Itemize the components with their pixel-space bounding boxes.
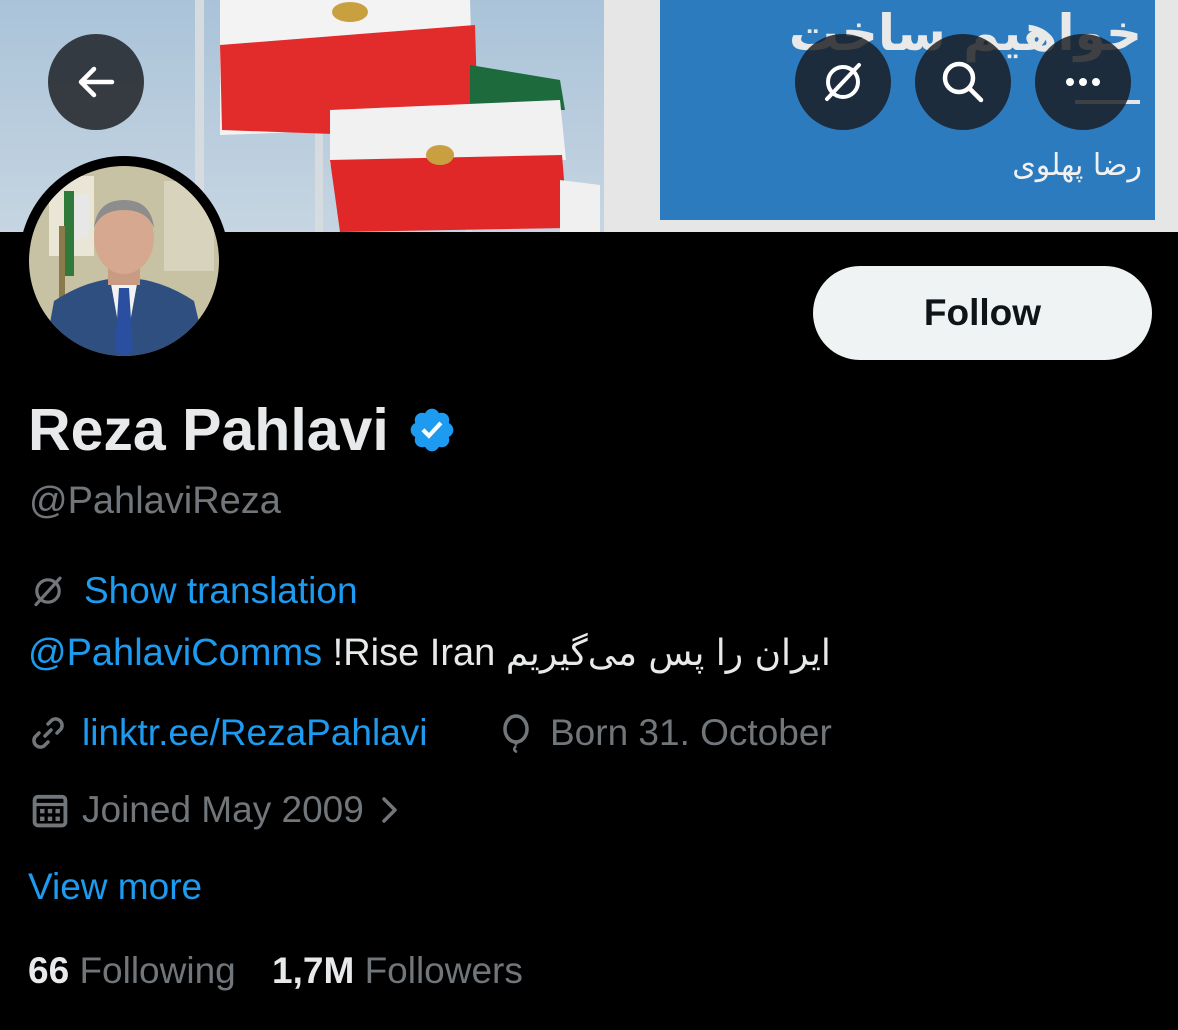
avatar[interactable] <box>19 156 229 366</box>
link-icon <box>32 717 64 749</box>
following-count: 66 <box>28 950 70 991</box>
banner-signature: رضا پهلوی <box>1012 148 1142 183</box>
bio-mention-link[interactable]: @PahlaviComms <box>28 632 322 674</box>
following-stat[interactable]: 66 Following <box>28 950 236 991</box>
back-button[interactable] <box>48 34 144 130</box>
search-button[interactable] <box>915 34 1011 130</box>
profile-link[interactable]: linktr.ee/RezaPahlavi <box>82 712 428 754</box>
balloon-icon <box>503 714 529 753</box>
profile-link-row[interactable]: linktr.ee/RezaPahlavi <box>28 712 428 754</box>
translate-button[interactable] <box>795 34 891 130</box>
calendar-icon <box>32 794 68 828</box>
following-label: Following <box>79 950 236 991</box>
bio-text: !Rise Iran <box>332 632 496 674</box>
profile-name: Reza Pahlavi <box>28 397 389 463</box>
profile-bio: @PahlaviComms !Rise Iran ایران را پس می‌… <box>28 632 831 675</box>
follow-button[interactable]: Follow <box>813 266 1152 360</box>
follow-stats: 66 Following 1,7M Followers <box>28 950 523 992</box>
profile-name-row: Reza Pahlavi <box>28 396 457 464</box>
verified-badge-icon[interactable] <box>407 405 457 455</box>
bio-text-fa: ایران را پس می‌گیریم <box>505 633 831 674</box>
more-button[interactable] <box>1035 34 1131 130</box>
more-icon <box>1066 78 1100 86</box>
arrow-left-icon <box>78 66 115 98</box>
birthday-text: Born 31. October <box>550 712 832 753</box>
view-more-link[interactable]: View more <box>28 866 202 908</box>
followers-label: Followers <box>364 950 523 991</box>
translate-icon <box>825 63 861 101</box>
search-icon <box>942 61 984 103</box>
chevron-right-icon <box>382 797 397 823</box>
followers-stat[interactable]: 1,7M Followers <box>272 950 523 991</box>
joined-row[interactable]: Joined May 2009 <box>28 788 404 832</box>
translate-icon <box>34 576 62 607</box>
avatar-photo <box>29 166 219 356</box>
followers-count: 1,7M <box>272 950 355 991</box>
birthday-row: Born 31. October <box>496 712 832 754</box>
show-translation-row[interactable]: Show translation <box>28 570 358 612</box>
profile-handle: @PahlaviReza <box>29 480 281 522</box>
show-translation-link[interactable]: Show translation <box>84 570 358 612</box>
joined-text: Joined May 2009 <box>82 789 364 830</box>
